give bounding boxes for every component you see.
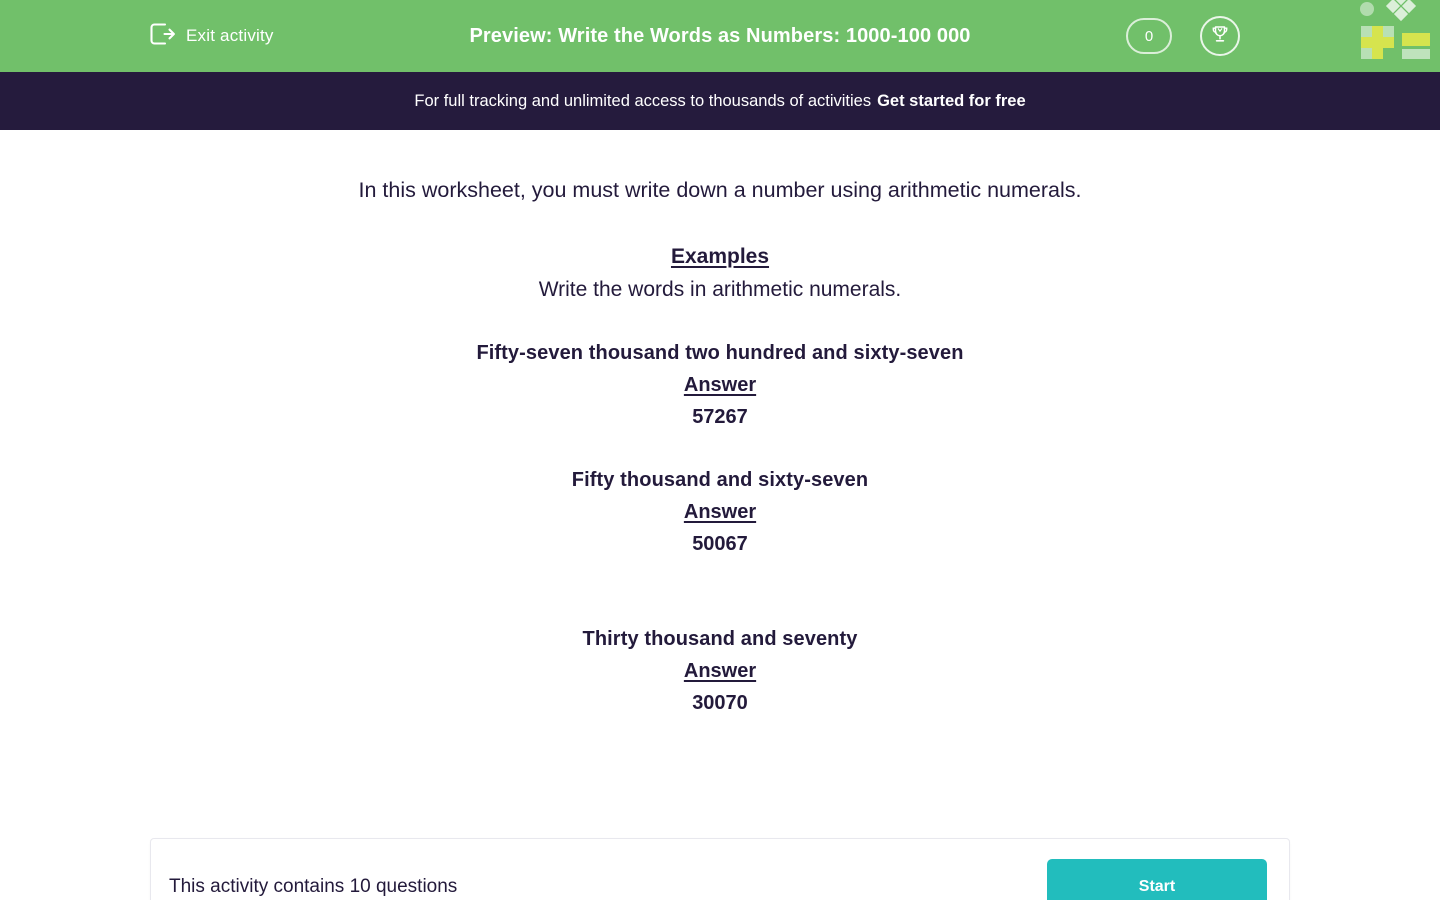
exit-activity-label: Exit activity — [186, 26, 274, 45]
example-answer-value: 30070 — [692, 692, 748, 714]
exit-activity-button[interactable]: Exit activity — [148, 21, 274, 52]
example-3: Thirty thousand and seventy Answer 30070 — [0, 628, 1440, 715]
example-question: Fifty thousand and sixty-seven — [571, 469, 869, 491]
promo-banner: For full tracking and unlimited access t… — [0, 72, 1440, 130]
topbar-right-group: 0 — [1126, 16, 1240, 56]
example-1: Fifty-seven thousand two hundred and six… — [0, 342, 1440, 429]
example-question: Thirty thousand and seventy — [582, 628, 858, 650]
example-answer-value: 57267 — [692, 406, 748, 428]
trophy-button[interactable] — [1200, 16, 1240, 56]
get-started-link[interactable]: Get started for free — [877, 92, 1026, 111]
activity-footer-card: This activity contains 10 questions Star… — [150, 838, 1290, 900]
example-question: Fifty-seven thousand two hundred and six… — [476, 342, 964, 364]
example-answer-label: Answer — [683, 501, 757, 523]
example-answer-value: 50067 — [692, 533, 748, 555]
example-2: Fifty thousand and sixty-seven Answer 50… — [0, 469, 1440, 556]
example-answer-label: Answer — [683, 660, 757, 682]
promo-text: For full tracking and unlimited access t… — [414, 91, 872, 110]
score-value: 0 — [1144, 27, 1154, 45]
top-bar: Exit activity Preview: Write the Words a… — [0, 0, 1440, 72]
exit-arrow-icon — [148, 21, 176, 52]
worksheet-body: In this worksheet, you must write down a… — [0, 178, 1440, 900]
start-button[interactable]: Start — [1047, 859, 1267, 900]
score-badge[interactable]: 0 — [1126, 18, 1172, 54]
examples-subtitle: Write the words in arithmetic numerals. — [538, 278, 902, 301]
examples-heading: Examples — [670, 245, 770, 268]
worksheet-intro: In this worksheet, you must write down a… — [358, 178, 1082, 202]
example-answer-label: Answer — [683, 374, 757, 396]
question-count-text: This activity contains 10 questions — [169, 876, 458, 897]
trophy-icon — [1209, 23, 1231, 50]
